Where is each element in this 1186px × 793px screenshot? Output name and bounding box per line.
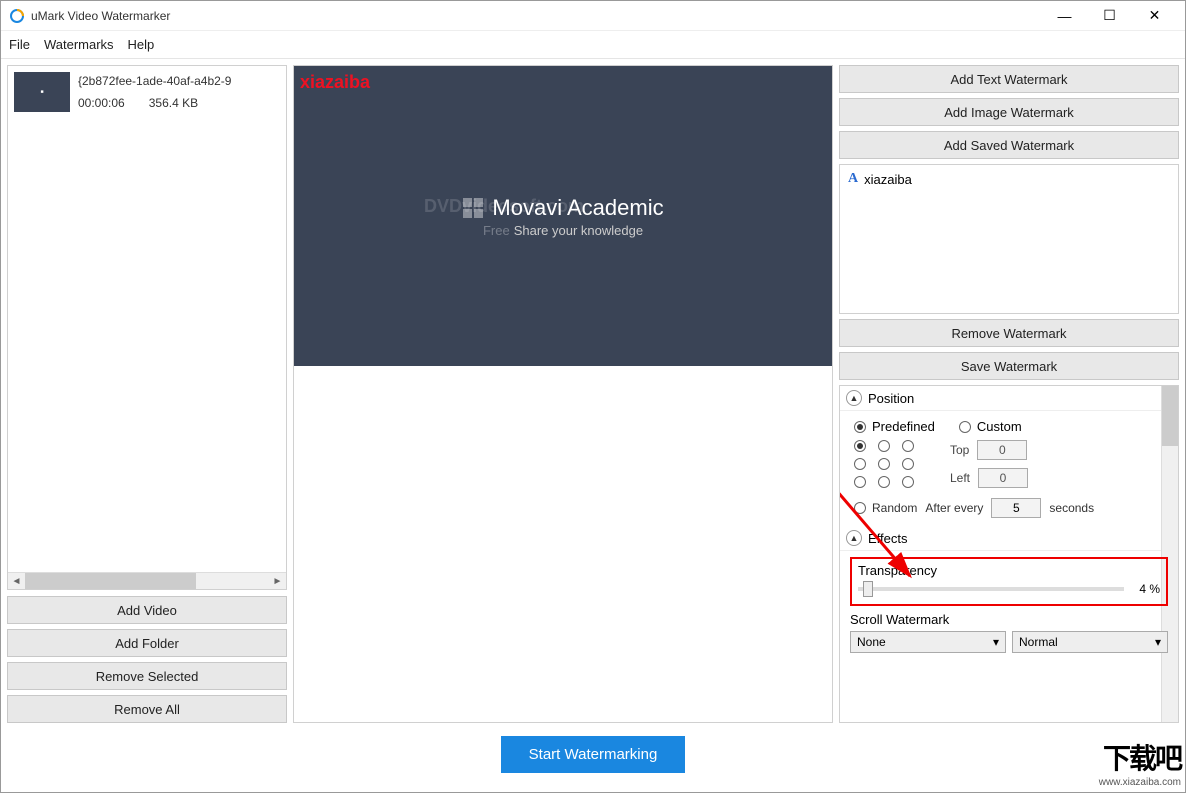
remove-all-button[interactable]: Remove All: [7, 695, 287, 723]
grid-pos-tr[interactable]: [902, 440, 914, 452]
add-saved-watermark-button[interactable]: Add Saved Watermark: [839, 131, 1179, 159]
random-radio[interactable]: Random: [854, 501, 917, 515]
effects-section-header[interactable]: ▲ Effects: [840, 526, 1178, 551]
chevron-up-icon: ▲: [846, 390, 862, 406]
site-watermark-big: 下载吧: [1099, 737, 1181, 777]
scroll-left-icon[interactable]: ◄: [8, 573, 25, 590]
custom-label: Custom: [977, 419, 1022, 434]
bottom-bar: Start Watermarking: [1, 729, 1185, 779]
window-controls: — ☐ ✕: [1042, 2, 1177, 30]
title-bar: uMark Video Watermarker — ☐ ✕: [1, 1, 1185, 31]
watermark-list[interactable]: A xiazaiba: [839, 164, 1179, 314]
scroll-speed-value: Normal: [1019, 635, 1058, 649]
maximize-button[interactable]: ☐: [1087, 2, 1132, 30]
site-watermark-url: www.xiazaiba.com: [1099, 777, 1181, 788]
radio-icon: [854, 421, 866, 433]
video-meta: {2b872fee-1ade-40af-a4b2-9 00:00:06 356.…: [78, 72, 231, 112]
add-video-button[interactable]: Add Video: [7, 596, 287, 624]
top-input[interactable]: [977, 440, 1027, 460]
video-size: 356.4 KB: [149, 96, 198, 110]
chevron-down-icon: ▾: [993, 635, 999, 649]
video-thumbnail: ■: [14, 72, 70, 112]
left-label: Left: [950, 471, 970, 485]
video-list[interactable]: ■ {2b872fee-1ade-40af-a4b2-9 00:00:06 35…: [7, 65, 287, 590]
transparency-highlight-box: Transparency 4 %: [850, 557, 1168, 606]
grid-pos-tl[interactable]: [854, 440, 866, 452]
scroll-right-icon[interactable]: ►: [269, 573, 286, 590]
menu-file[interactable]: File: [9, 37, 30, 52]
add-folder-button[interactable]: Add Folder: [7, 629, 287, 657]
menu-watermarks[interactable]: Watermarks: [44, 37, 114, 52]
remove-selected-button[interactable]: Remove Selected: [7, 662, 287, 690]
grid-pos-br[interactable]: [902, 476, 914, 488]
add-text-watermark-button[interactable]: Add Text Watermark: [839, 65, 1179, 93]
scroll-watermark-label: Scroll Watermark: [850, 612, 1168, 627]
text-watermark-icon: A: [848, 171, 858, 187]
scroll-mode-dropdown[interactable]: None ▾: [850, 631, 1006, 653]
grid-pos-bc[interactable]: [878, 476, 890, 488]
remove-watermark-button[interactable]: Remove Watermark: [839, 319, 1179, 347]
watermark-list-item[interactable]: A xiazaiba: [842, 167, 1176, 191]
position-section-body: Predefined Custom: [840, 411, 1178, 526]
seconds-label: seconds: [1049, 501, 1094, 515]
random-label: Random: [872, 501, 917, 515]
scroll-mode-value: None: [857, 635, 886, 649]
preview-panel: xiazaiba DVDvideosoft.com Movavi Academi…: [293, 65, 833, 723]
video-duration: 00:00:06: [78, 96, 125, 110]
position-section-header[interactable]: ▲ Position: [840, 386, 1178, 411]
video-list-item[interactable]: ■ {2b872fee-1ade-40af-a4b2-9 00:00:06 35…: [8, 66, 286, 118]
radio-icon: [959, 421, 971, 433]
transparency-value: 4 %: [1130, 582, 1160, 596]
ghost-prefix: Free: [483, 223, 510, 238]
watermark-item-name: xiazaiba: [864, 172, 912, 187]
save-watermark-button[interactable]: Save Watermark: [839, 352, 1179, 380]
transparency-label: Transparency: [858, 563, 1160, 578]
minimize-button[interactable]: —: [1042, 2, 1087, 30]
radio-icon: [854, 502, 866, 514]
window-title: uMark Video Watermarker: [31, 9, 1042, 23]
watermark-overlay-text[interactable]: xiazaiba: [300, 72, 370, 93]
add-image-watermark-button[interactable]: Add Image Watermark: [839, 98, 1179, 126]
grid-pos-bl[interactable]: [854, 476, 866, 488]
settings-panel: ▲ Position Predefined Custom: [839, 385, 1179, 723]
transparency-slider[interactable]: [858, 587, 1124, 591]
site-watermark: 下载吧 www.xiazaiba.com: [1099, 737, 1181, 788]
slider-thumb[interactable]: [863, 581, 873, 597]
scroll-thumb[interactable]: [25, 573, 196, 590]
position-grid[interactable]: [854, 440, 920, 488]
app-logo-icon: [9, 8, 25, 24]
menu-bar: File Watermarks Help: [1, 31, 1185, 59]
after-every-input[interactable]: [991, 498, 1041, 518]
grid-pos-ml[interactable]: [854, 458, 866, 470]
predefined-label: Predefined: [872, 419, 935, 434]
scroll-speed-dropdown[interactable]: Normal ▾: [1012, 631, 1168, 653]
menu-help[interactable]: Help: [128, 37, 155, 52]
grid-pos-mc[interactable]: [878, 458, 890, 470]
effects-header-label: Effects: [868, 531, 908, 546]
vscroll-thumb[interactable]: [1162, 386, 1178, 446]
video-name: {2b872fee-1ade-40af-a4b2-9: [78, 74, 231, 88]
video-preview[interactable]: xiazaiba DVDvideosoft.com Movavi Academi…: [294, 66, 832, 366]
position-header-label: Position: [868, 391, 914, 406]
right-panel: Add Text Watermark Add Image Watermark A…: [839, 65, 1179, 723]
preview-subtitle: Share your knowledge: [514, 223, 643, 238]
ghost-watermark: DVDvideosoft.com: [424, 196, 584, 217]
left-panel: ■ {2b872fee-1ade-40af-a4b2-9 00:00:06 35…: [7, 65, 287, 723]
horizontal-scrollbar[interactable]: ◄ ►: [8, 572, 286, 589]
chevron-down-icon: ▾: [1155, 635, 1161, 649]
top-label: Top: [950, 443, 969, 457]
start-watermarking-button[interactable]: Start Watermarking: [501, 736, 686, 773]
effects-section-body: Transparency 4 % Scroll Watermark None ▾: [840, 551, 1178, 663]
after-every-label: After every: [925, 501, 983, 515]
main-area: ■ {2b872fee-1ade-40af-a4b2-9 00:00:06 35…: [1, 59, 1185, 729]
predefined-radio[interactable]: Predefined: [854, 419, 935, 434]
chevron-up-icon: ▲: [846, 530, 862, 546]
left-input[interactable]: [978, 468, 1028, 488]
custom-radio[interactable]: Custom: [959, 419, 1022, 434]
grid-pos-mr[interactable]: [902, 458, 914, 470]
close-button[interactable]: ✕: [1132, 2, 1177, 30]
grid-pos-tc[interactable]: [878, 440, 890, 452]
